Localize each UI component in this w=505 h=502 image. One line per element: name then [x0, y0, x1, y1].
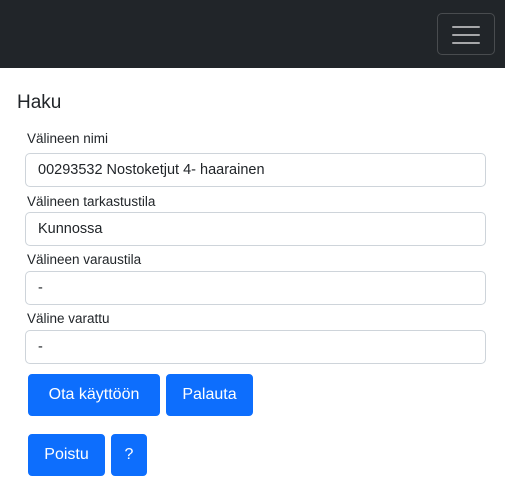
name-field[interactable]: 00293532 Nostoketjut 4- haarainen [25, 153, 486, 187]
reservation-status-label: Välineen varaustila [27, 252, 142, 267]
help-button[interactable]: ? [111, 434, 147, 476]
reserved-field[interactable]: - [25, 330, 486, 364]
inspection-status-field[interactable]: Kunnossa [25, 212, 486, 246]
menu-toggle-button[interactable] [437, 13, 495, 55]
inspection-status-label: Välineen tarkastustila [27, 194, 156, 209]
return-button[interactable]: Palauta [166, 374, 253, 416]
exit-button[interactable]: Poistu [28, 434, 105, 476]
page-heading: Haku [17, 92, 62, 113]
take-into-use-button[interactable]: Ota käyttöön [28, 374, 160, 416]
reserved-label: Väline varattu [27, 311, 110, 326]
reservation-status-field[interactable]: - [25, 271, 486, 305]
name-label: Välineen nimi [27, 131, 109, 146]
top-navbar [0, 0, 505, 68]
